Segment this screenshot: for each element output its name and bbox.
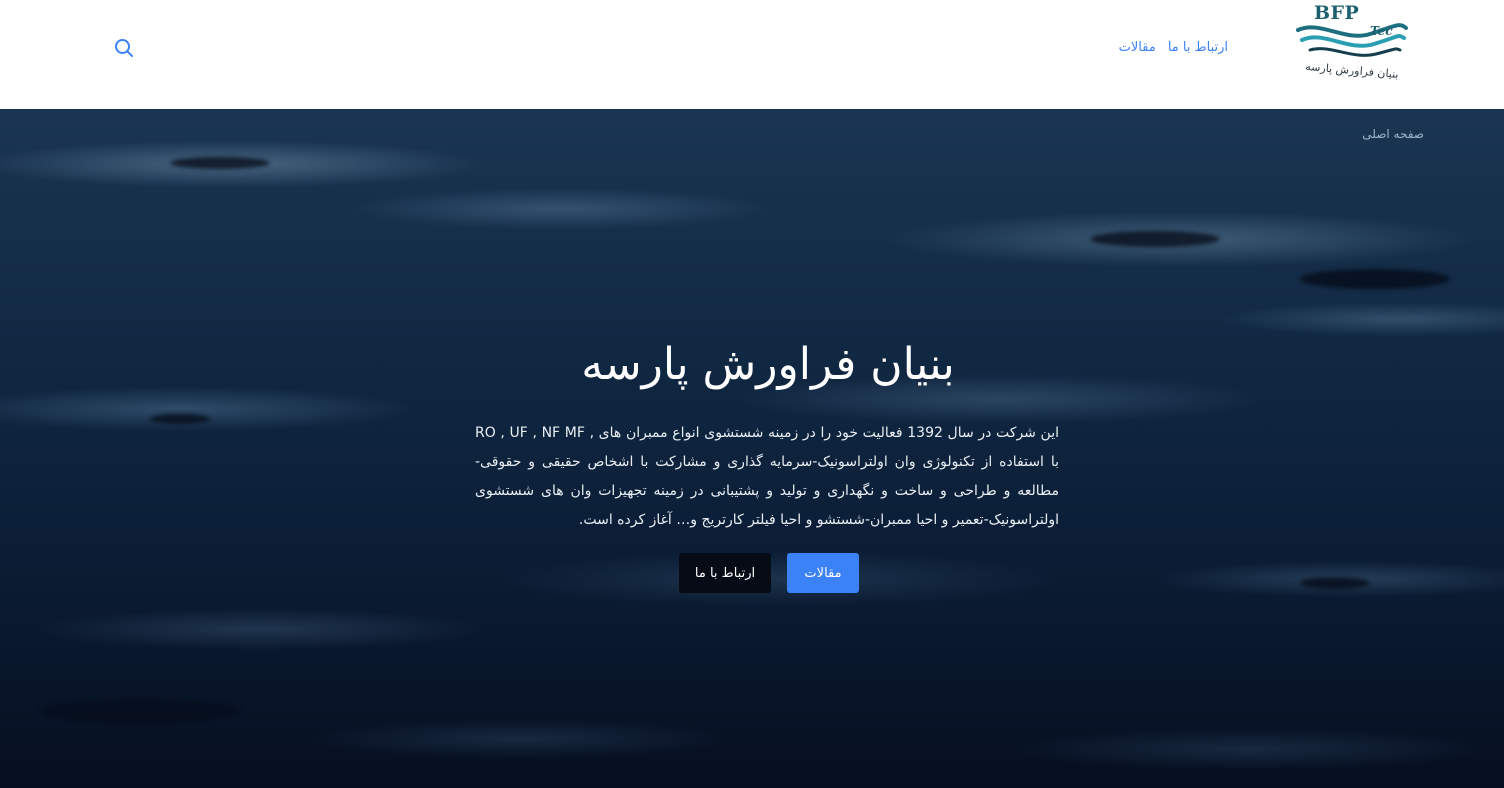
main-nav: مقالات ارتباط با ما [1119, 38, 1228, 58]
hero-section: صفحه اصلی بنیان فراورش پارسه این شرکت در… [0, 109, 1504, 788]
water-ripple [40, 699, 240, 723]
site-header: مقالات ارتباط با ما BFP Tec بنیان فراورش… [0, 0, 1504, 109]
search-icon [115, 39, 133, 57]
contact-button[interactable]: ارتباط با ما [679, 553, 771, 593]
water-ripple [1300, 269, 1450, 289]
water-ripple [170, 157, 270, 169]
water-ripple [150, 414, 210, 424]
logo-brand: BFP [1314, 2, 1360, 24]
site-logo[interactable]: BFP Tec بنیان فراورش پارسه [1290, 0, 1410, 96]
search-button[interactable] [112, 36, 136, 60]
articles-button[interactable]: مقالات [787, 553, 859, 593]
water-ripple [1090, 231, 1220, 247]
hero-description: این شرکت در سال 1392 فعالیت خود را در زم… [475, 425, 1059, 528]
water-ripple [1300, 577, 1370, 589]
logo-brand-suffix: Tec [1370, 24, 1393, 38]
page-title: بنیان فراورش پارسه [581, 339, 955, 390]
nav-item-articles[interactable]: مقالات [1119, 38, 1156, 58]
nav-item-contact[interactable]: ارتباط با ما [1168, 38, 1228, 58]
breadcrumb[interactable]: صفحه اصلی [1362, 127, 1424, 141]
